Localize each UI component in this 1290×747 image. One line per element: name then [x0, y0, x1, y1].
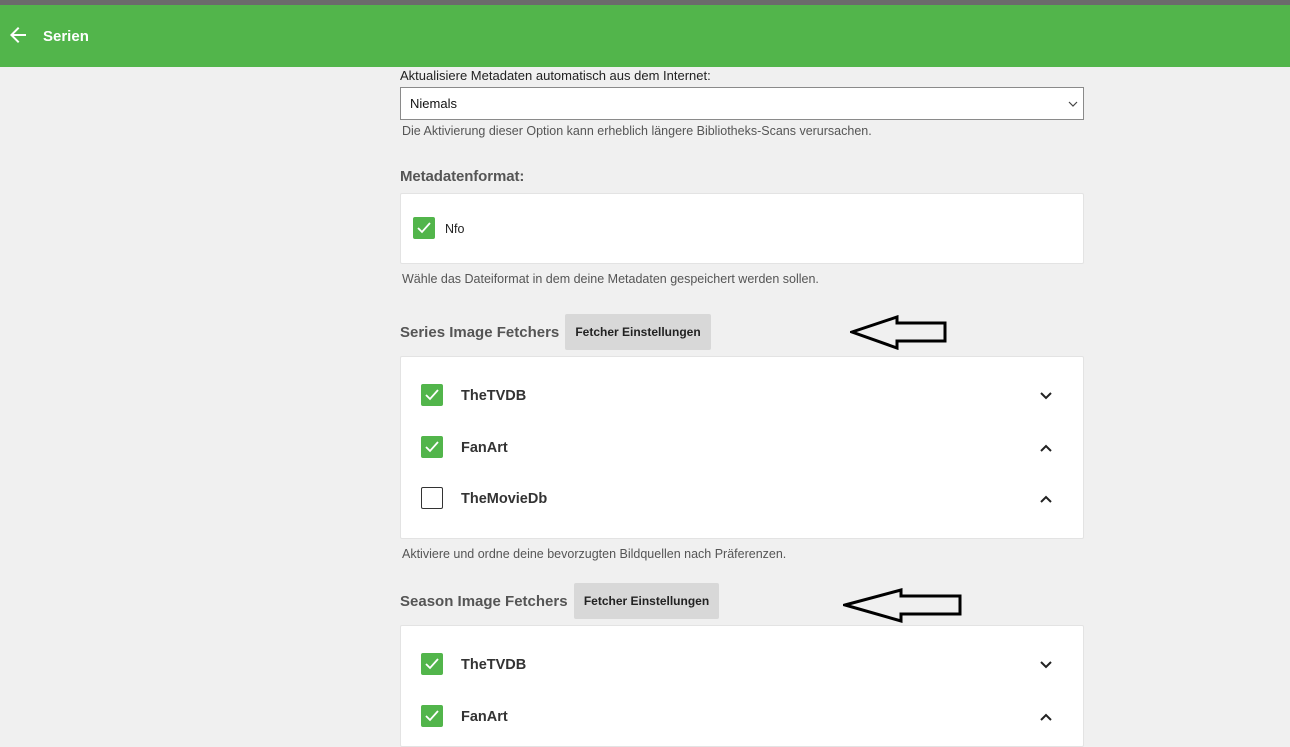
metadata-refresh-label: Aktualisiere Metadaten automatisch aus d…: [400, 68, 711, 83]
metadata-format-card: Nfo: [400, 193, 1084, 264]
chevron-up-icon[interactable]: [1039, 492, 1053, 506]
nfo-label: Nfo: [445, 222, 465, 236]
fetcher-label: FanArt: [461, 440, 508, 456]
metadata-refresh-help: Die Aktivierung dieser Option kann erheb…: [402, 124, 872, 138]
season-fetcher-settings-button[interactable]: Fetcher Einstellungen: [574, 583, 719, 619]
fetcher-checkbox-thetvdb[interactable]: [421, 653, 443, 675]
fetcher-label: FanArt: [461, 709, 508, 725]
series-fetchers-heading: Series Image Fetchers: [400, 324, 560, 341]
series-fetcher-settings-button[interactable]: Fetcher Einstellungen: [565, 314, 711, 350]
fetcher-label: TheTVDB: [461, 657, 527, 673]
arrow-left-icon[interactable]: [6, 23, 30, 47]
select-value: Niemals: [410, 96, 457, 111]
metadata-format-help: Wähle das Dateiformat in dem deine Metad…: [402, 272, 819, 286]
chevron-up-icon[interactable]: [1039, 441, 1053, 455]
fetcher-label: TheTVDB: [461, 388, 527, 404]
nfo-checkbox[interactable]: [413, 217, 435, 239]
chevron-down-icon[interactable]: [1039, 658, 1053, 672]
series-fetchers-help: Aktiviere und ordne deine bevorzugten Bi…: [402, 547, 787, 561]
chevron-down-icon: [1068, 101, 1078, 107]
fetcher-checkbox-themoviedb[interactable]: [421, 487, 443, 509]
metadata-format-heading: Metadatenformat:: [400, 168, 525, 185]
app-header: Serien: [0, 5, 1290, 67]
page-title: Serien: [43, 28, 89, 45]
season-fetchers-heading: Season Image Fetchers: [400, 593, 568, 610]
chevron-down-icon[interactable]: [1039, 389, 1053, 403]
fetcher-checkbox-fanart[interactable]: [421, 705, 443, 727]
arrow-left-icon: [850, 315, 947, 350]
series-fetchers-card: TheTVDB FanArt TheMovieDb: [400, 356, 1084, 539]
fetcher-label: TheMovieDb: [461, 491, 548, 507]
arrow-left-icon: [843, 588, 962, 623]
chevron-up-icon[interactable]: [1039, 710, 1053, 724]
season-fetchers-card: TheTVDB FanArt: [400, 625, 1084, 747]
fetcher-checkbox-fanart[interactable]: [421, 436, 443, 458]
fetcher-checkbox-thetvdb[interactable]: [421, 384, 443, 406]
metadata-refresh-select[interactable]: Niemals: [400, 87, 1084, 120]
